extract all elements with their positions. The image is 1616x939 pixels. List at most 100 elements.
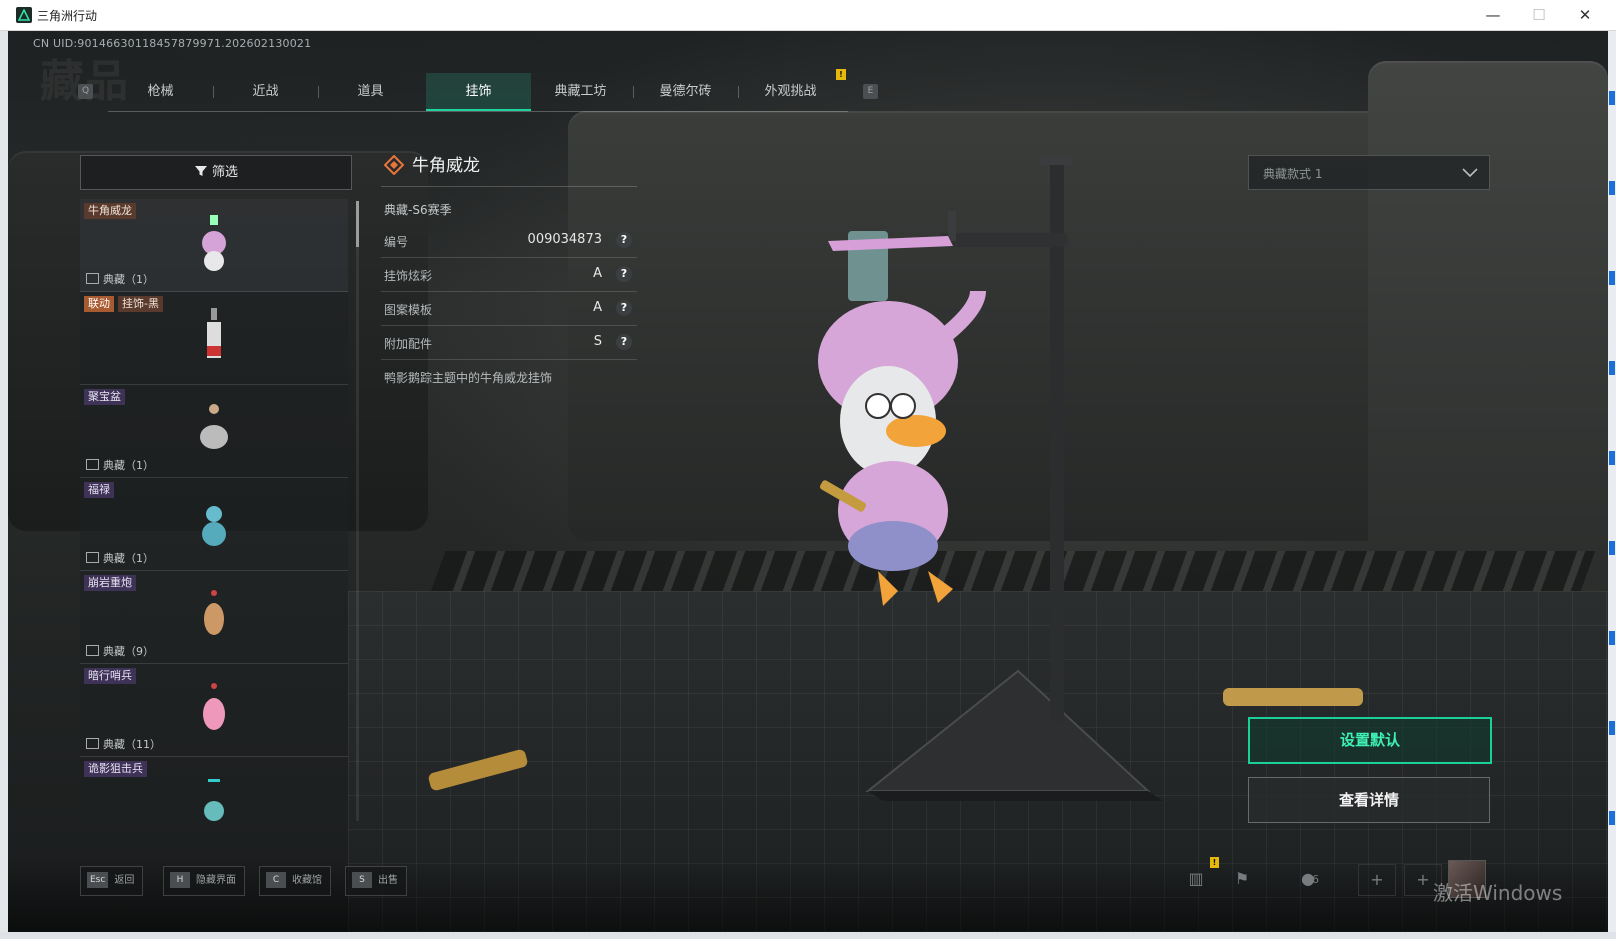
collection-icon	[86, 552, 99, 563]
charm-thumbnail	[207, 308, 221, 358]
flag-icon[interactable]: ⚑	[1224, 864, 1260, 894]
hint-label: 隐藏界面	[196, 875, 236, 886]
item-name-tag: 聚宝盆	[84, 389, 125, 405]
item-name-tag: 挂饰-黑	[118, 296, 163, 312]
charm-thumbnail	[202, 506, 226, 546]
tab-next-key[interactable]: E	[863, 84, 878, 99]
equipment-case-side	[1368, 61, 1608, 621]
tab-notification-badge: !	[836, 69, 846, 80]
category-tabs: 枪械 近战 道具 挂饰 典藏工坊 曼德尔砖 外观挑战	[108, 73, 848, 112]
add-slot-icon[interactable]: +	[1358, 864, 1396, 896]
filter-label: 筛选	[211, 165, 238, 180]
friends-count: 6	[1312, 873, 1319, 886]
list-item[interactable]: 聚宝盆 典藏（1）	[80, 385, 348, 478]
scrollbar-thumb[interactable]	[356, 201, 359, 247]
item-name-tag: 诡影狙击兵	[84, 761, 147, 777]
left-edge	[0, 31, 8, 932]
notification-badge: !	[1210, 857, 1219, 868]
prop-key: 挂饰炫彩	[384, 269, 433, 283]
item-name-tag: 福禄	[84, 482, 114, 498]
tab-appearance-challenge[interactable]: 外观挑战	[738, 73, 843, 111]
detail-season: 典藏-S6赛季	[384, 203, 452, 217]
rarity-diamond-icon	[383, 154, 405, 176]
hint-label: 返回	[114, 875, 135, 886]
collab-tag: 联动	[84, 296, 114, 312]
charm-thumbnail	[204, 590, 224, 635]
item-count: 典藏（9）	[103, 645, 154, 658]
tab-charms[interactable]: 挂饰	[426, 73, 531, 111]
help-icon[interactable]: ?	[616, 232, 632, 248]
help-icon[interactable]: ?	[616, 266, 632, 282]
item-count: 典藏（1）	[103, 273, 154, 286]
collection-icon	[86, 645, 99, 656]
minimize-button[interactable]: —	[1470, 0, 1516, 30]
filter-button[interactable]: 筛选	[80, 155, 352, 190]
close-button[interactable]: ✕	[1562, 0, 1608, 30]
item-name-tag: 牛角威龙	[84, 203, 136, 219]
filter-icon	[194, 158, 208, 176]
list-item[interactable]: 联动 挂饰-黑	[80, 292, 348, 385]
list-item[interactable]: 暗行哨兵 典藏（11）	[80, 664, 348, 757]
hide-ui-hint[interactable]: H 隐藏界面	[163, 866, 245, 896]
prop-row-accessory: 附加配件 S ?	[381, 326, 637, 360]
help-icon[interactable]: ?	[616, 334, 632, 350]
list-item[interactable]: 崩岩重炮 典藏（9）	[80, 571, 348, 664]
tab-melee[interactable]: 近战	[213, 73, 318, 111]
window-title: 三角洲行动	[37, 9, 98, 23]
player-uid: CN UID:9014663011845787997​1.20260213002…	[33, 37, 312, 50]
tab-guns[interactable]: 枪械	[108, 73, 213, 111]
key-cap: C	[266, 872, 286, 888]
hint-label: 出售	[378, 875, 398, 886]
charm-thumbnail	[202, 215, 226, 271]
key-cap: S	[352, 872, 372, 888]
prop-value: S	[593, 334, 602, 349]
list-scrollbar[interactable]	[356, 201, 359, 821]
prop-row-color: 挂饰炫彩 A ?	[381, 258, 637, 292]
app-icon	[16, 7, 32, 23]
item-count: 典藏（11）	[103, 738, 161, 751]
friends-icon[interactable]: ●	[1290, 864, 1326, 894]
set-default-button[interactable]: 设置默认	[1248, 717, 1492, 764]
bottom-edge	[0, 932, 1616, 939]
key-cap: H	[170, 872, 190, 888]
tab-items[interactable]: 道具	[318, 73, 423, 111]
game-scene: 藏品 CN UID:9014663011845787997​1.20260213…	[8, 31, 1608, 932]
hint-label: 收藏馆	[292, 875, 322, 886]
prop-value: 009034873	[527, 232, 602, 247]
tab-workshop[interactable]: 典藏工坊	[528, 73, 633, 111]
prop-row-pattern: 图案模板 A ?	[381, 292, 637, 326]
charm-thumbnail	[203, 683, 225, 730]
tab-mandel-brick[interactable]: 曼德尔砖	[633, 73, 738, 111]
style-select-value: 典藏款式 1	[1263, 167, 1323, 181]
list-item[interactable]: 牛角威龙 典藏（1）	[80, 199, 348, 292]
maximize-button[interactable]: ☐	[1516, 0, 1562, 30]
help-icon[interactable]: ?	[616, 300, 632, 316]
key-cap: Esc	[87, 872, 109, 888]
divider	[381, 186, 637, 187]
collection-hall-hint[interactable]: C 收藏馆	[259, 866, 331, 896]
tab-prev-key[interactable]: Q	[78, 84, 93, 99]
prop-value: A	[593, 266, 602, 281]
collection-icon	[86, 459, 99, 470]
stats-icon[interactable]: ▥	[1178, 864, 1214, 894]
style-select[interactable]: 典藏款式 1	[1248, 155, 1490, 190]
list-item[interactable]: 诡影狙击兵	[80, 757, 348, 821]
right-edge	[1608, 31, 1616, 939]
collection-icon	[86, 273, 99, 284]
prop-key: 附加配件	[384, 337, 433, 351]
bullet-prop	[428, 749, 528, 791]
back-hint[interactable]: Esc 返回	[80, 866, 144, 896]
window-titlebar: 三角洲行动 — ☐ ✕	[0, 0, 1616, 31]
charm-list: 牛角威龙 典藏（1） 联动 挂饰-黑 聚宝盆 典藏（1） 福禄 典藏（1） 崩岩…	[80, 199, 350, 821]
view-detail-button[interactable]: 查看详情	[1248, 777, 1490, 823]
list-item[interactable]: 福禄 典藏（1）	[80, 478, 348, 571]
sell-hint[interactable]: S 出售	[345, 866, 407, 896]
charm-figure	[818, 231, 986, 606]
item-count: 典藏（1）	[103, 459, 154, 472]
prop-key: 图案模板	[384, 303, 433, 317]
charm-thumbnail	[200, 404, 228, 449]
detail-title: 牛角威龙	[412, 156, 480, 176]
bullet-prop	[1223, 688, 1363, 706]
collection-icon	[86, 738, 99, 749]
prop-key: 编号	[384, 235, 409, 249]
